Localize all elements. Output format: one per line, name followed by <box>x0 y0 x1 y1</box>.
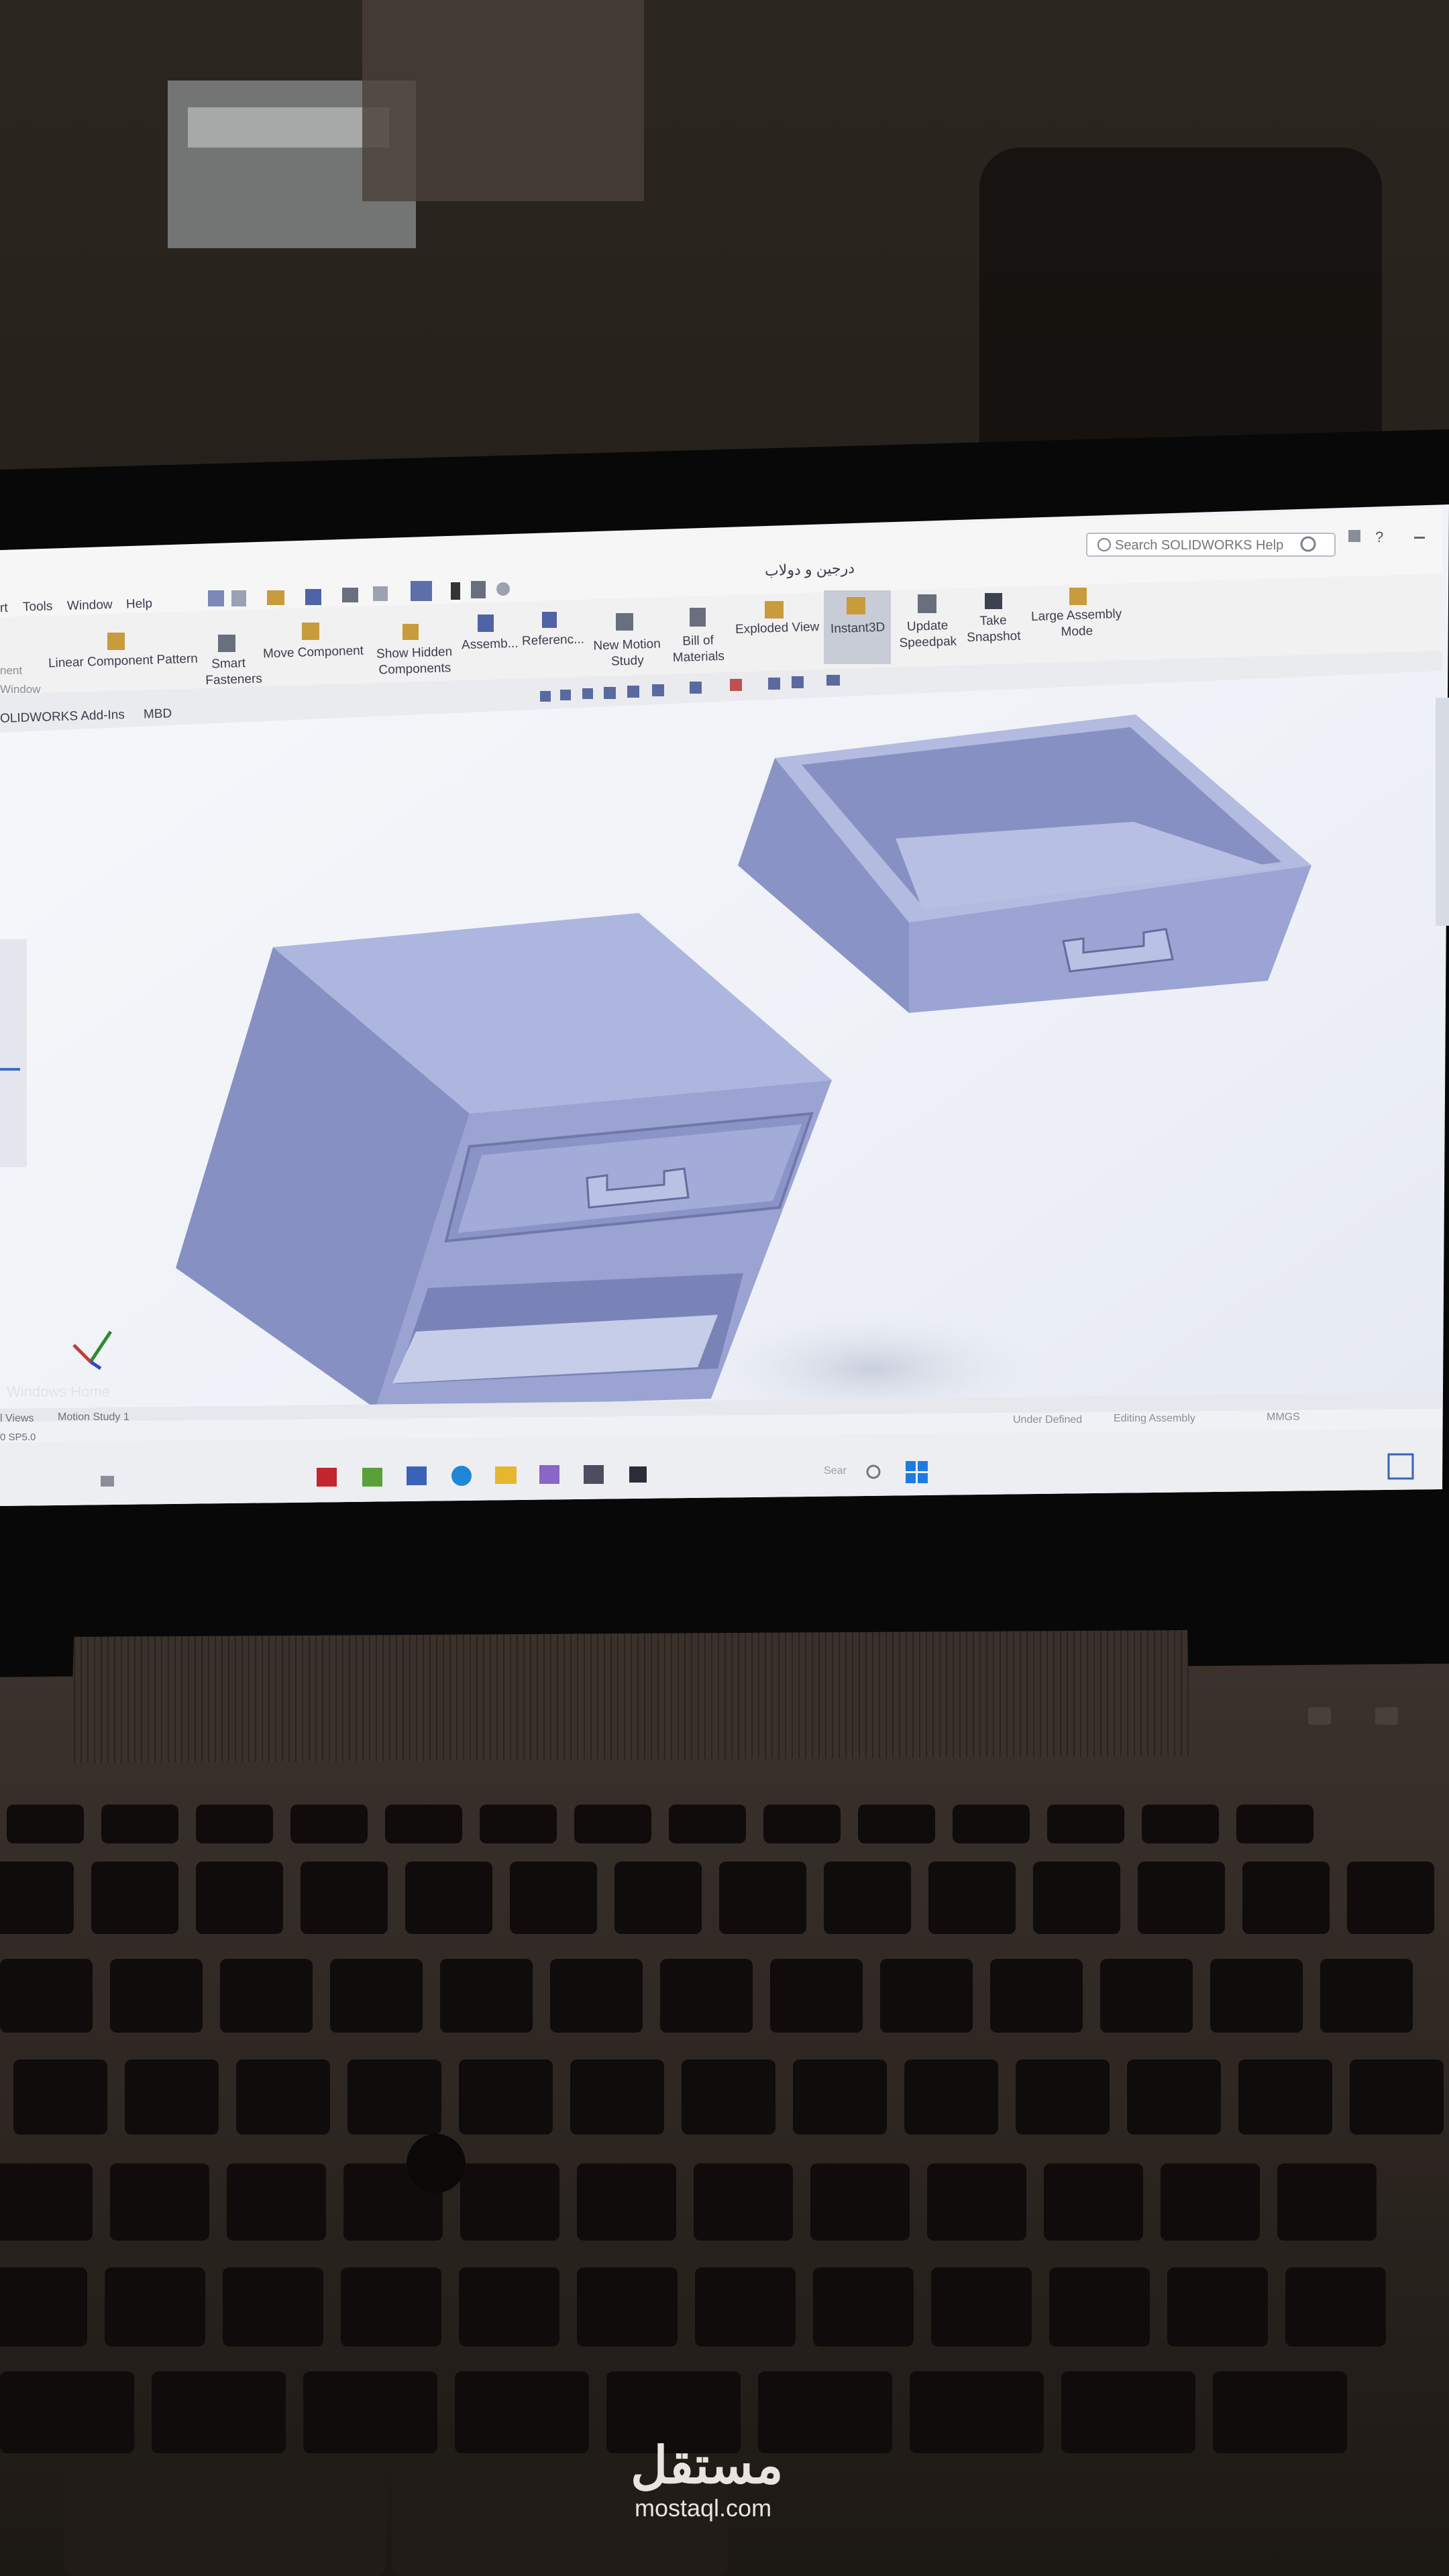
update-speedpak-button[interactable]: Update Speedpak <box>897 618 958 652</box>
exploded-view-button[interactable]: Exploded View <box>735 620 820 637</box>
activation-watermark: Windows Home <box>7 1383 111 1400</box>
large-assembly-mode-button[interactable]: Large Assembly Mode <box>1026 606 1127 642</box>
menu-item-insert[interactable]: rt <box>0 601 8 616</box>
ribbon-fragment-label: nent <box>0 664 23 677</box>
text-layer: درجين و دولاب rt Tools Window Help nent … <box>0 0 1449 2576</box>
menu-item-tools[interactable]: Tools <box>23 599 53 614</box>
assembly-button[interactable]: Assemb... <box>462 637 519 653</box>
menu-item-window[interactable]: Window <box>67 598 113 614</box>
status-under-defined: Under Defined <box>1013 1414 1083 1426</box>
bill-of-materials-button[interactable]: Bill of Materials <box>667 633 729 667</box>
take-snapshot-button[interactable]: Take Snapshot <box>963 612 1024 647</box>
version-label: 0 SP5.0 <box>0 1432 36 1443</box>
ribbon-fragment-label-2: Window <box>0 683 41 696</box>
move-component-button[interactable]: Move Component <box>263 644 364 662</box>
instant3d-button[interactable]: Instant3D <box>830 621 885 637</box>
tab-mbd[interactable]: MBD <box>144 706 172 722</box>
mostaql-logo-arabic: مستقل <box>631 2437 784 2494</box>
mostaql-logo-latin: mostaql.com <box>635 2494 772 2522</box>
menu-item-help[interactable]: Help <box>126 596 153 612</box>
search-input[interactable] <box>1114 535 1297 556</box>
linear-component-pattern-button[interactable]: Linear Component Pattern <box>48 652 198 672</box>
model-tab-views[interactable]: l Views <box>0 1413 34 1425</box>
smart-fasteners-button[interactable]: Smart Fasteners <box>205 655 262 689</box>
tab-solidworks-add-ins[interactable]: OLIDWORKS Add-Ins <box>0 708 125 727</box>
show-hidden-components-button[interactable]: Show Hidden Components <box>374 644 455 679</box>
window-title: درجين و دولاب <box>764 559 855 580</box>
taskbar-search-label[interactable]: Sear <box>824 1465 847 1477</box>
reference-geometry-button[interactable]: Referenc... <box>522 633 585 649</box>
status-units[interactable]: MMGS <box>1267 1411 1300 1424</box>
status-editing-assembly: Editing Assembly <box>1114 1413 1195 1424</box>
model-tab-motion-study[interactable]: Motion Study 1 <box>58 1411 129 1424</box>
new-motion-study-button[interactable]: New Motion Study <box>590 636 664 670</box>
